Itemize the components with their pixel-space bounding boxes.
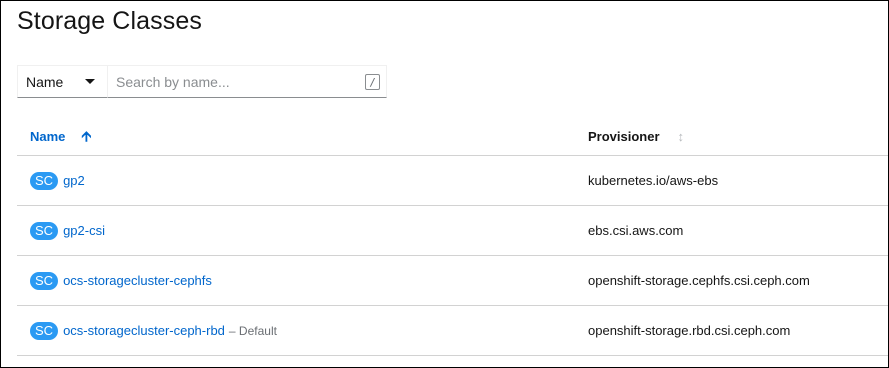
cell-provisioner: kubernetes.io/aws-ebs: [588, 173, 719, 188]
cell-name: SC gp2-csi: [17, 221, 588, 240]
cell-provisioner: openshift-storage.cephfs.csi.ceph.com: [588, 273, 810, 288]
cell-provisioner: openshift-storage.rbd.csi.ceph.com: [588, 323, 791, 338]
column-header-provisioner-label: Provisioner: [588, 128, 660, 144]
table-row: SC gp2-csi ebs.csi.aws.com: [17, 206, 888, 256]
table-row: SC ocs-storagecluster-cephfs openshift-s…: [17, 256, 888, 306]
filter-toolbar: Name /: [17, 65, 387, 98]
page-title: Storage Classes: [17, 7, 202, 35]
storage-class-badge: SC: [30, 171, 59, 190]
filter-type-dropdown[interactable]: Name: [17, 65, 108, 98]
cell-provisioner: ebs.csi.aws.com: [588, 223, 684, 238]
sort-unsorted-icon: ↕: [677, 128, 685, 144]
storage-class-link[interactable]: gp2-csi: [63, 223, 105, 238]
storage-class-badge: SC: [30, 221, 59, 240]
filter-type-label: Name: [26, 73, 64, 90]
default-label: – Default: [228, 323, 277, 338]
column-header-name-label: Name: [30, 128, 66, 144]
storage-class-badge: SC: [30, 321, 59, 340]
sort-ascending-icon: 🡩: [81, 128, 92, 144]
storage-class-link[interactable]: ocs-storagecluster-ceph-rbd: [63, 323, 225, 338]
storage-class-badge: SC: [30, 271, 59, 290]
cell-name: SC ocs-storagecluster-ceph-rbd – Default: [17, 321, 588, 340]
cell-name: SC ocs-storagecluster-cephfs: [17, 271, 588, 290]
cell-name: SC gp2: [17, 171, 588, 190]
storage-classes-page: Storage Classes Name / Name 🡩 Provisione…: [0, 0, 889, 368]
table-row: SC gp2 kubernetes.io/aws-ebs: [17, 156, 888, 206]
keyboard-shortcut-icon: /: [365, 74, 380, 90]
table-row: SC ocs-storagecluster-ceph-rbd – Default…: [17, 306, 888, 356]
storage-class-link[interactable]: gp2: [63, 173, 85, 188]
search-field: /: [108, 65, 387, 98]
column-header-provisioner[interactable]: Provisioner ↕: [588, 128, 888, 144]
storage-class-link[interactable]: ocs-storagecluster-cephfs: [63, 273, 212, 288]
caret-down-icon: [85, 79, 95, 84]
storage-classes-table: Name 🡩 Provisioner ↕ SC gp2 kubernetes.i…: [17, 117, 888, 356]
table-header: Name 🡩 Provisioner ↕: [17, 117, 888, 156]
column-header-name[interactable]: Name 🡩: [17, 129, 588, 144]
search-input[interactable]: [108, 66, 386, 97]
